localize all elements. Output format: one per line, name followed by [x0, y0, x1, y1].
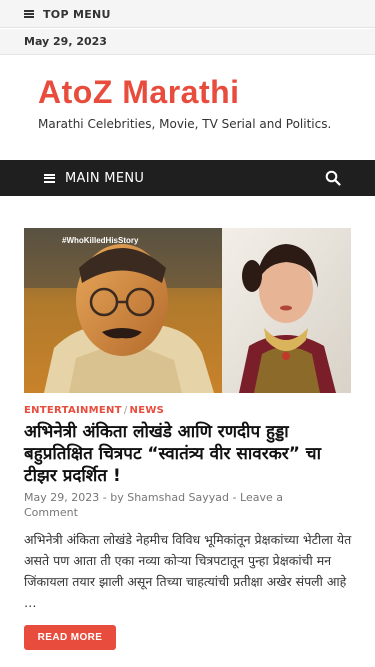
- hamburger-icon: [24, 10, 34, 18]
- post-thumbnail[interactable]: #WhoKilledHisStory: [24, 228, 351, 393]
- main-menu-label: MAIN MENU: [65, 170, 145, 186]
- main-navigation: MAIN MENU: [0, 160, 375, 196]
- meta-separator: -: [232, 491, 237, 504]
- post-categories: ENTERTAINMENT / NEWS: [24, 405, 164, 416]
- by-prefix: by: [110, 491, 124, 504]
- post-title[interactable]: अभिनेत्री अंकिता लोखंडे आणि रणदीप हुड्डा…: [24, 421, 354, 487]
- hamburger-icon: [44, 173, 55, 183]
- top-menu-label: TOP MENU: [43, 7, 111, 21]
- date-bar: May 29, 2023: [0, 29, 375, 55]
- search-icon[interactable]: [325, 170, 341, 186]
- category-link-news[interactable]: NEWS: [130, 405, 165, 416]
- thumbnail-caption: #WhoKilledHisStory: [62, 236, 139, 245]
- current-date: May 29, 2023: [24, 35, 107, 48]
- top-menu-toggle[interactable]: TOP MENU: [24, 0, 111, 28]
- main-menu-toggle[interactable]: MAIN MENU: [44, 160, 144, 196]
- post-meta: May 29, 2023 - by Shamshad Sayyad - Leav…: [24, 490, 324, 520]
- site-tagline: Marathi Celebrities, Movie, TV Serial an…: [38, 117, 332, 131]
- post-excerpt: अभिनेत्री अंकिता लोखंडे नेहमीच विविध भूम…: [24, 532, 352, 610]
- category-separator: /: [123, 405, 128, 416]
- meta-separator: -: [102, 491, 107, 504]
- category-link-entertainment[interactable]: ENTERTAINMENT: [24, 405, 122, 416]
- read-more-button[interactable]: READ MORE: [24, 625, 116, 650]
- site-title[interactable]: AtoZ Marathi: [38, 74, 240, 111]
- post-thumbnail-image: #WhoKilledHisStory: [24, 228, 351, 393]
- top-bar: TOP MENU: [0, 0, 375, 28]
- post-date-link[interactable]: May 29, 2023: [24, 491, 99, 504]
- author-link[interactable]: Shamshad Sayyad: [127, 491, 229, 504]
